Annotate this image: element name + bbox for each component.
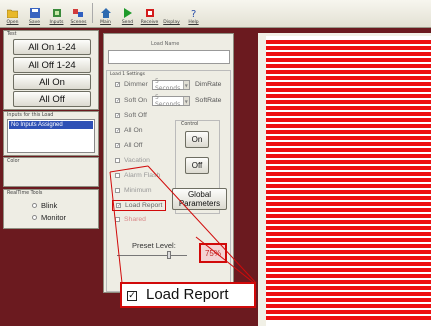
table-row[interactable] — [266, 184, 431, 188]
table-row[interactable] — [266, 268, 431, 272]
table-row[interactable] — [266, 130, 431, 134]
load-rows — [266, 36, 431, 326]
table-row[interactable] — [266, 94, 431, 98]
table-row[interactable] — [266, 166, 431, 170]
load-report-callout: ✓ Load Report — [120, 282, 256, 308]
table-row[interactable] — [266, 58, 431, 62]
table-row[interactable] — [266, 160, 431, 164]
table-row[interactable] — [266, 310, 431, 314]
table-row[interactable] — [266, 100, 431, 104]
table-row[interactable] — [266, 64, 431, 68]
table-row[interactable] — [266, 70, 431, 74]
table-row[interactable] — [266, 316, 431, 320]
callout-checkbox[interactable]: ✓ — [127, 291, 137, 301]
table-row[interactable] — [266, 202, 431, 206]
table-row[interactable] — [266, 244, 431, 248]
table-row[interactable] — [266, 256, 431, 260]
table-row[interactable] — [266, 40, 431, 44]
table-row[interactable] — [266, 52, 431, 56]
table-row[interactable] — [266, 178, 431, 182]
table-row[interactable] — [266, 250, 431, 254]
table-row[interactable] — [266, 148, 431, 152]
table-row[interactable] — [266, 196, 431, 200]
table-row[interactable] — [266, 274, 431, 278]
table-row[interactable] — [266, 232, 431, 236]
table-row[interactable] — [266, 190, 431, 194]
table-row[interactable] — [266, 154, 431, 158]
table-row[interactable] — [266, 118, 431, 122]
table-row[interactable] — [266, 136, 431, 140]
table-row[interactable] — [266, 262, 431, 266]
table-row[interactable] — [266, 304, 431, 308]
table-row[interactable] — [266, 298, 431, 302]
table-row[interactable] — [266, 82, 431, 86]
table-row[interactable] — [266, 280, 431, 284]
table-row[interactable] — [266, 208, 431, 212]
table-row[interactable] — [266, 238, 431, 242]
table-row[interactable] — [266, 124, 431, 128]
table-row[interactable] — [266, 220, 431, 224]
table-row[interactable] — [266, 172, 431, 176]
table-row[interactable] — [266, 76, 431, 80]
table-row[interactable] — [266, 46, 431, 50]
table-row[interactable] — [266, 292, 431, 296]
table-row[interactable] — [266, 214, 431, 218]
table-row[interactable] — [266, 112, 431, 116]
table-row[interactable] — [266, 142, 431, 146]
table-row[interactable] — [266, 106, 431, 110]
table-row[interactable] — [266, 226, 431, 230]
table-row[interactable] — [266, 286, 431, 290]
table-row[interactable] — [266, 88, 431, 92]
